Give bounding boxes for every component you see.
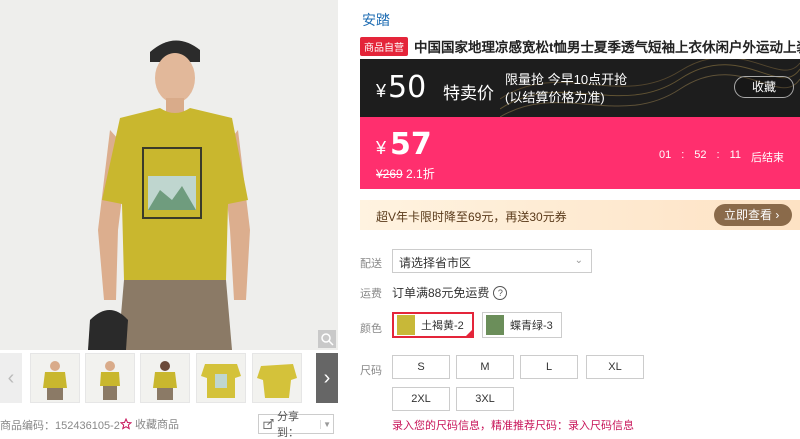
selected-check-icon	[463, 328, 474, 338]
size-label: 尺码	[360, 365, 382, 377]
color-swatch-green	[486, 315, 504, 335]
thumbnail-strip: ‹ ›	[0, 353, 338, 403]
share-button[interactable]: 分享到： ▼	[258, 411, 334, 439]
size-info-links: 录入您的尺码信息，精准推荐尺码：录入尺码信息	[392, 417, 634, 433]
discount-value: 2.1折	[406, 167, 435, 181]
flash-price: ¥ 50	[376, 70, 426, 105]
color-option-label: 蝶青绿-3	[510, 320, 553, 332]
chevron-down-icon: ▼	[320, 419, 333, 429]
price-banner: ¥ 57 ¥269 2.1折 01 : 52 : 11 后结束	[360, 117, 800, 189]
thumbnail-1[interactable]	[30, 353, 80, 403]
flash-line-1: 限量抢 今早10点开抢	[505, 72, 628, 87]
countdown-suffix: 后结束	[751, 152, 784, 164]
favorite-label: 收藏商品	[135, 419, 179, 431]
collect-button[interactable]: 收藏	[734, 76, 794, 98]
size-option-3xl[interactable]: 3XL	[456, 387, 514, 411]
gallery-meta-row: 商品编码：152436105-2 收藏商品 分享到： ▼	[0, 411, 338, 439]
price-currency: ¥	[376, 138, 387, 158]
countdown-hours: 01	[658, 149, 672, 161]
region-select-value: 请选择省市区	[399, 256, 472, 270]
price-value: 57	[390, 127, 432, 162]
vip-promo-text: 超V年卡限时降至69元，再送30元券	[376, 210, 567, 224]
product-title-row: 商品自营 中国国家地理凉感宽松t恤男士夏季透气短袖上衣休闲户外运动上装	[360, 36, 800, 56]
region-select[interactable]: 请选择省市区 ⌄	[392, 249, 592, 273]
thumbnail-3[interactable]	[140, 353, 190, 403]
thumb-next-icon[interactable]: ›	[316, 353, 338, 403]
color-swatch-yellow	[397, 315, 415, 335]
countdown-sep-2: :	[716, 149, 720, 161]
vip-promo-bar: 超V年卡限时降至69元，再送30元券 立即查看 ›	[360, 200, 800, 230]
product-title: 中国国家地理凉感宽松t恤男士夏季透气短袖上衣休闲户外运动上装	[414, 40, 800, 55]
star-icon	[120, 418, 132, 430]
size-option-l[interactable]: L	[520, 355, 578, 379]
color-label: 颜色	[360, 323, 382, 335]
flash-info: 限量抢 今早10点开抢 (以结算价格为准)	[505, 71, 627, 107]
original-price: ¥269 2.1折	[376, 165, 435, 182]
sku-label: 商品编码：152436105-2	[0, 420, 120, 432]
flash-price-value: 50	[388, 70, 427, 105]
thumbnail-4[interactable]	[196, 353, 246, 403]
flash-currency: ¥	[376, 81, 387, 101]
question-icon[interactable]: ?	[493, 285, 508, 300]
countdown-sep-1: :	[681, 149, 685, 161]
size-option-2xl[interactable]: 2XL	[392, 387, 450, 411]
vip-view-button[interactable]: 立即查看 ›	[714, 204, 792, 226]
flash-price-label: 特卖价	[443, 84, 494, 103]
brand-link[interactable]: 安踏	[362, 10, 390, 30]
flash-line-2: (以结算价格为准)	[505, 90, 605, 105]
share-icon	[263, 418, 274, 430]
self-operated-badge: 商品自营	[360, 36, 408, 56]
size-option-m[interactable]: M	[456, 355, 514, 379]
thumbnail-2[interactable]	[85, 353, 135, 403]
shipping-label: 运费	[360, 288, 382, 300]
thumbnail-5[interactable]	[252, 353, 302, 403]
countdown-seconds: 11	[729, 149, 741, 161]
color-option-dieqinglv[interactable]: 蝶青绿-3	[482, 312, 562, 338]
thumb-prev-icon[interactable]: ‹	[0, 353, 22, 403]
model-photo	[0, 0, 338, 350]
delivery-label: 配送	[360, 258, 382, 270]
countdown-timer: 01 : 52 : 11 后结束	[659, 149, 784, 165]
color-option-label: 土褐黄-2	[421, 320, 464, 332]
shipping-info: 订单满88元免运费 ?	[392, 284, 508, 301]
share-label: 分享到：	[276, 411, 299, 439]
size-info-prompt[interactable]: 录入您的尺码信息，精准推荐尺码：	[392, 420, 568, 432]
color-option-tuhehuang[interactable]: 土褐黄-2	[392, 312, 474, 338]
shipping-value: 订单满88元免运费	[392, 286, 490, 300]
flash-sale-banner: ¥ 50 特卖价 限量抢 今早10点开抢 (以结算价格为准) 收藏	[360, 59, 800, 117]
countdown-minutes: 52	[694, 149, 707, 161]
current-price: ¥ 57	[376, 127, 432, 162]
favorite-button[interactable]: 收藏商品	[120, 416, 179, 432]
main-product-image[interactable]	[0, 0, 338, 350]
size-option-xl[interactable]: XL	[586, 355, 644, 379]
zoom-icon[interactable]	[318, 330, 336, 348]
chevron-down-icon: ⌄	[574, 255, 583, 266]
size-info-link[interactable]: 录入尺码信息	[568, 420, 634, 432]
size-option-s[interactable]: S	[392, 355, 450, 379]
original-price-value: ¥269	[376, 167, 403, 181]
